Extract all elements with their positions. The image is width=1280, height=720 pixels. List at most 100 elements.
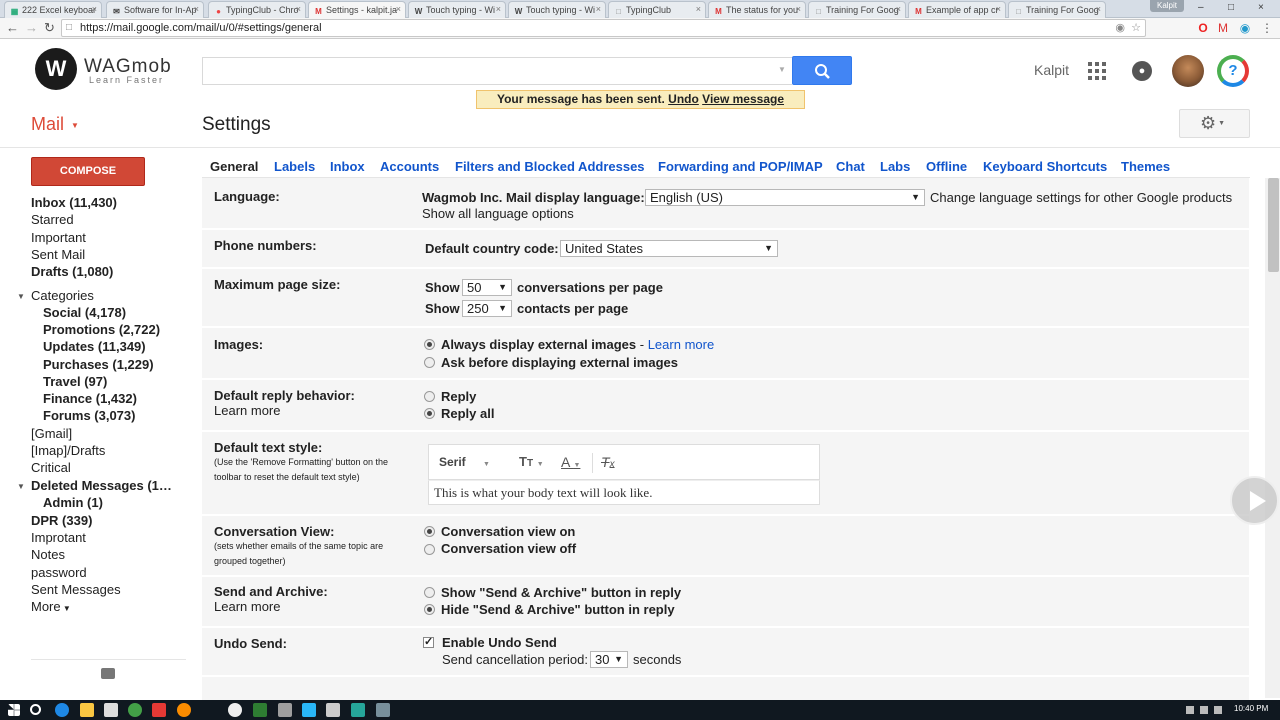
network-icon[interactable] (1200, 706, 1208, 714)
reply-radio[interactable] (424, 391, 435, 402)
sidebar-item-travel[interactable]: Travel (97) (43, 374, 107, 389)
remove-formatting-icon[interactable]: Tx (601, 454, 615, 470)
folder-icon[interactable] (80, 703, 94, 717)
reply-all-radio[interactable] (424, 408, 435, 419)
sidebar-item-purchases[interactable]: Purchases (1,229) (43, 357, 154, 372)
text-color-icon[interactable]: A ▼ (561, 454, 580, 470)
browser-tab[interactable]: W Touch typing - Wi × (408, 1, 506, 18)
sidebar-item-admin[interactable]: Admin (1) (43, 495, 103, 510)
sidebar-item-dpr[interactable]: DPR (339) (31, 513, 92, 528)
app-icon[interactable] (278, 703, 292, 717)
font-size-icon[interactable]: TT ▼ (519, 454, 544, 469)
browser-tab[interactable]: □ TypingClub × (608, 1, 706, 18)
sidebar-item-finance[interactable]: Finance (1,432) (43, 391, 137, 406)
close-icon[interactable]: × (194, 4, 199, 14)
notifications-bell-icon[interactable]: ● (1132, 61, 1152, 81)
close-icon[interactable]: × (996, 4, 1001, 14)
font-family-select[interactable]: Serif ▼ (439, 455, 490, 469)
forward-icon[interactable]: → (25, 20, 38, 35)
tab-general[interactable]: General (210, 159, 258, 174)
apps-grid-icon[interactable] (1088, 62, 1106, 80)
extension-icon[interactable]: ◉ (1238, 21, 1252, 35)
help-icon[interactable]: ? (1217, 55, 1249, 87)
sidebar-item-forums[interactable]: Forums (3,073) (43, 408, 135, 423)
taskbar-clock[interactable]: 10:40 PM (1234, 704, 1268, 713)
close-icon[interactable]: × (296, 4, 301, 14)
sidebar-item-sent-messages[interactable]: Sent Messages (31, 582, 121, 597)
close-icon[interactable]: × (696, 4, 701, 14)
close-icon[interactable]: × (496, 4, 501, 14)
sidebar-item-social[interactable]: Social (4,178) (43, 305, 126, 320)
language-select[interactable]: English (US) ▼ (645, 189, 925, 206)
close-icon[interactable]: × (796, 4, 801, 14)
search-options-icon[interactable]: ▼ (778, 65, 786, 74)
undo-link[interactable]: Undo (668, 92, 699, 106)
learn-more-link[interactable]: Learn more (214, 403, 280, 418)
chrome-icon[interactable] (128, 703, 142, 717)
conversations-per-page-select[interactable]: 50 ▼ (462, 279, 512, 296)
tab-filters[interactable]: Filters and Blocked Addresses (455, 159, 645, 174)
skype-icon[interactable] (302, 703, 316, 717)
settings-icon[interactable] (326, 703, 340, 717)
enable-undo-send-checkbox[interactable]: ✓ (423, 637, 434, 648)
back-icon[interactable]: ← (6, 20, 19, 35)
store-icon[interactable] (104, 703, 118, 717)
scrollbar-thumb[interactable] (1268, 178, 1279, 272)
menu-icon[interactable]: ⋮ (1260, 21, 1274, 35)
tab-themes[interactable]: Themes (1121, 159, 1170, 174)
contacts-per-page-select[interactable]: 250 ▼ (462, 300, 512, 317)
browser-tab[interactable]: M Example of app cr × (908, 1, 1006, 18)
text-style-preview[interactable]: This is what your body text will look li… (428, 480, 820, 505)
close-window-icon[interactable]: × (1258, 2, 1264, 13)
sidebar-item-critical[interactable]: Critical (31, 460, 71, 475)
browser-tab[interactable]: □ Training For Goog × (1008, 1, 1106, 18)
mail-switcher[interactable]: Mail (31, 114, 64, 135)
search-input[interactable] (202, 57, 792, 85)
chat-icon[interactable] (101, 668, 115, 679)
browser-tab[interactable]: □ Training For Goog × (808, 1, 906, 18)
app-icon[interactable] (351, 703, 365, 717)
sidebar-item-categories[interactable]: ▼ Categories (17, 288, 94, 303)
close-icon[interactable]: × (92, 4, 97, 14)
collapse-triangle-icon[interactable]: ▼ (17, 292, 25, 301)
images-always-radio[interactable] (424, 339, 435, 350)
sidebar-item-imap-drafts[interactable]: [Imap]/Drafts (31, 443, 105, 458)
sidebar-item-improtant[interactable]: Improtant (31, 530, 86, 545)
sidebar-item-updates[interactable]: Updates (11,349) (43, 339, 146, 354)
sidebar-item-drafts[interactable]: Drafts (1,080) (31, 264, 113, 279)
close-icon[interactable]: × (896, 4, 901, 14)
show-all-languages-link[interactable]: Show all language options (422, 206, 574, 221)
user-name[interactable]: Kalpit (1034, 62, 1069, 78)
windows-start-icon[interactable] (8, 704, 20, 716)
search-button[interactable] (792, 56, 852, 85)
minimize-icon[interactable]: – (1198, 2, 1204, 13)
search-circle-icon[interactable] (30, 704, 41, 715)
sidebar-item-inbox[interactable]: Inbox (11,430) (31, 195, 117, 210)
maximize-icon[interactable]: □ (1228, 2, 1234, 13)
tray-icon[interactable] (1186, 706, 1194, 714)
sidebar-item-gmail[interactable]: [Gmail] (31, 426, 72, 441)
images-ask-radio[interactable] (424, 357, 435, 368)
sidebar-item-notes[interactable]: Notes (31, 547, 65, 562)
tab-chat[interactable]: Chat (836, 159, 865, 174)
tab-forwarding[interactable]: Forwarding and POP/IMAP (658, 159, 823, 174)
view-icon[interactable]: ◉ (1115, 20, 1125, 36)
sidebar-item-password[interactable]: password (31, 565, 87, 580)
sidebar-item-deleted-messages[interactable]: ▼ Deleted Messages (1… (17, 478, 172, 493)
learn-more-link[interactable]: Learn more (214, 599, 280, 614)
tab-keyboard-shortcuts[interactable]: Keyboard Shortcuts (983, 159, 1107, 174)
show-send-archive-radio[interactable] (424, 587, 435, 598)
settings-gear-button[interactable]: ⚙ ▼ (1179, 109, 1250, 138)
browser-tab-active[interactable]: M Settings - kalpit.ja × (308, 1, 406, 18)
close-icon[interactable]: × (1096, 4, 1101, 14)
avatar[interactable] (1172, 55, 1204, 87)
compose-button[interactable]: COMPOSE (31, 157, 145, 186)
app-icon[interactable] (376, 703, 390, 717)
chevron-down-icon[interactable]: ▼ (71, 121, 79, 130)
browser-tab[interactable]: ▦ 222 Excel keyboar × (4, 1, 102, 18)
app-red-icon[interactable] (152, 703, 166, 717)
learn-more-link[interactable]: Learn more (648, 337, 714, 352)
browser-tab[interactable]: ● TypingClub - Chro × (208, 1, 306, 18)
browser-tab[interactable]: M The status for you × (708, 1, 806, 18)
sidebar-item-promotions[interactable]: Promotions (2,722) (43, 322, 160, 337)
